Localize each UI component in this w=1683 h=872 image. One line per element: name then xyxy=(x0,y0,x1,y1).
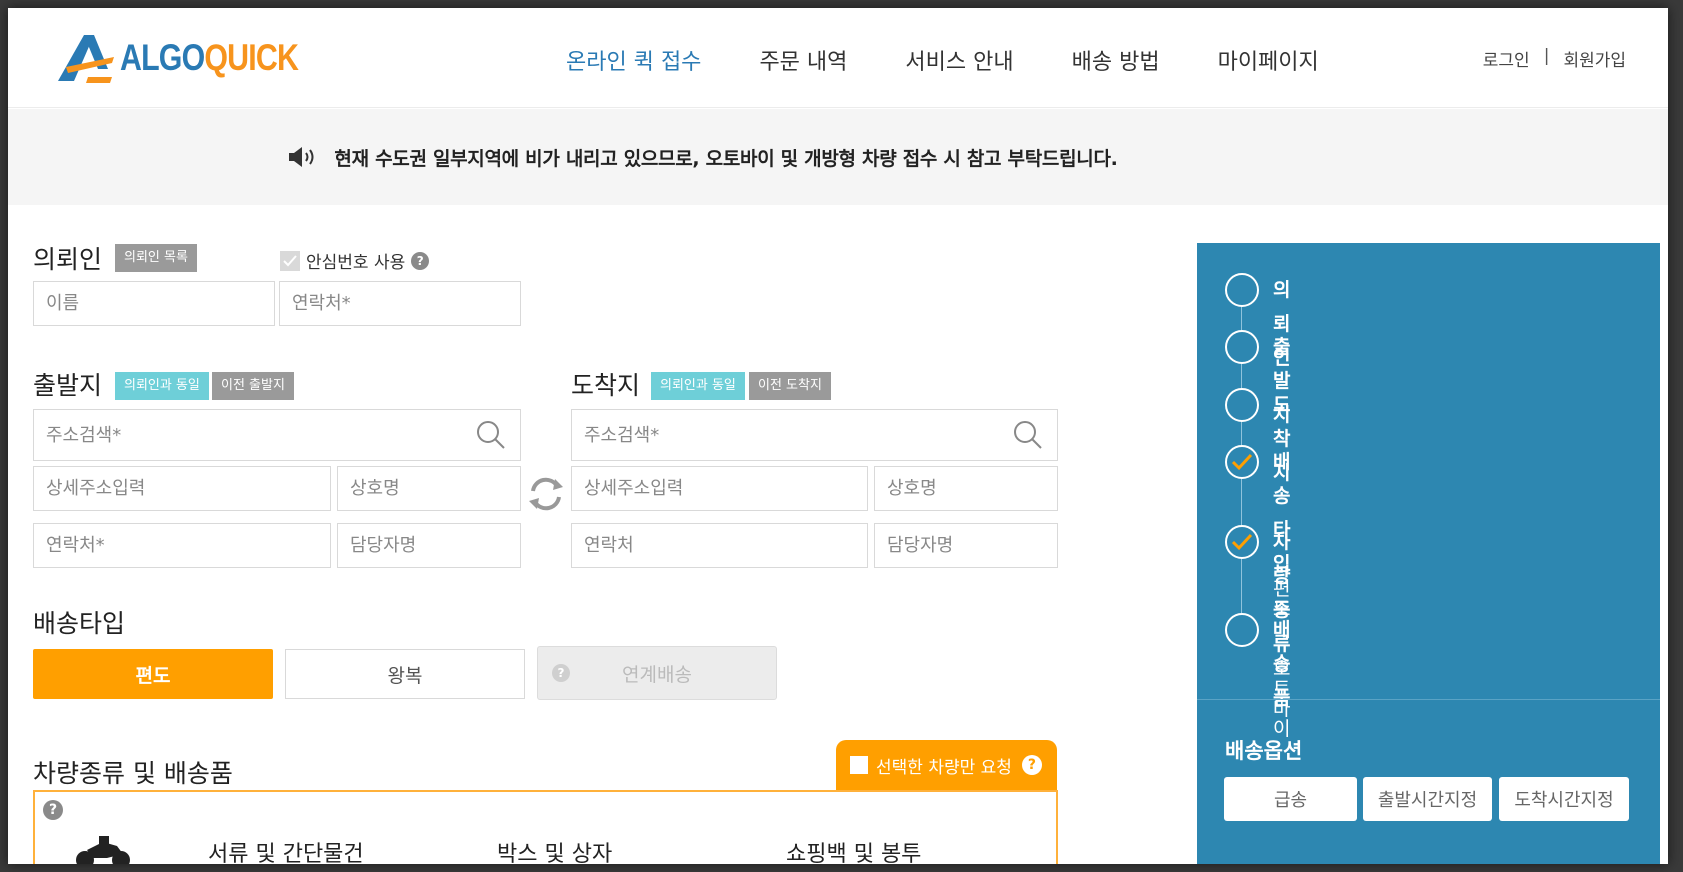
notice-inner: 현재 수도권 일부지역에 비가 내리고 있으므로, 오토바이 및 개방형 차량 … xyxy=(288,144,1118,171)
order-summary-sidebar: 의뢰인 출발지 도착지 배송타입 편도 차량종류 오토바이 배송품 배송옵션 급… xyxy=(1197,243,1660,864)
destination-previous-button[interactable]: 이전 도착지 xyxy=(749,372,831,400)
origin-company-field xyxy=(337,466,521,511)
destination-company-field xyxy=(874,466,1058,511)
selected-vehicle-only-help-icon[interactable]: ? xyxy=(1021,755,1042,775)
destination-manager-input[interactable] xyxy=(875,524,1057,567)
destination-detail-field xyxy=(571,466,868,511)
linked-delivery-label: 연계배송 xyxy=(622,663,692,686)
nav-mypage[interactable]: 마이페이지 xyxy=(1218,44,1319,76)
delivery-type-oneway-button[interactable]: 편도 xyxy=(33,649,273,699)
origin-detail-field xyxy=(33,466,331,511)
origin-previous-button[interactable]: 이전 출발지 xyxy=(212,372,294,400)
delivery-options-title: 배송옵션 xyxy=(1225,739,1303,763)
origin-same-as-client-button[interactable]: 의뢰인과 동일 xyxy=(115,372,209,400)
delivery-type-linked-button[interactable]: ? 연계배송 xyxy=(537,646,777,700)
origin-address-input[interactable] xyxy=(34,410,520,460)
destination-detail-input[interactable] xyxy=(572,467,867,510)
page-frame: ALGOQUICK 온라인 퀵 접수 주문 내역 서비스 안내 배송 방법 마이… xyxy=(8,8,1668,864)
origin-title: 출발지 xyxy=(33,371,103,400)
auth-separator: | xyxy=(1543,46,1550,66)
delivery-type-title: 배송타입 xyxy=(33,609,126,638)
vehicle-help-icon[interactable]: ? xyxy=(43,800,63,820)
client-title: 의뢰인 xyxy=(33,245,103,274)
origin-company-input[interactable] xyxy=(338,467,520,510)
option-express-button[interactable]: 급송 xyxy=(1224,777,1357,821)
origin-search-icon[interactable] xyxy=(476,420,506,450)
destination-same-as-client-button[interactable]: 의뢰인과 동일 xyxy=(651,372,745,400)
header: ALGOQUICK 온라인 퀵 접수 주문 내역 서비스 안내 배송 방법 마이… xyxy=(8,8,1668,108)
nav-delivery-method[interactable]: 배송 방법 xyxy=(1072,44,1160,76)
category-shopping-bags[interactable]: 쇼핑백 및 봉투 xyxy=(786,836,921,864)
logo[interactable]: ALGOQUICK xyxy=(54,30,337,86)
client-phone-field xyxy=(279,281,521,326)
nav-order-history[interactable]: 주문 내역 xyxy=(759,44,847,76)
nav-online-quick[interactable]: 온라인 퀵 접수 xyxy=(566,44,701,76)
logo-text: ALGOQUICK xyxy=(120,37,299,79)
category-boxes[interactable]: 박스 및 상자 xyxy=(497,836,612,864)
destination-phone-field xyxy=(571,523,868,568)
nav-service-guide[interactable]: 서비스 안내 xyxy=(905,44,1013,76)
step-check-icon xyxy=(1225,525,1259,559)
step-circle-icon xyxy=(1225,388,1259,422)
category-documents[interactable]: 서류 및 간단물건 xyxy=(208,836,364,864)
vehicle-panel: ? 서류 및 간단물건 박스 및 상자 쇼핑백 및 봉투 xyxy=(33,790,1058,864)
origin-phone-input[interactable] xyxy=(34,524,330,567)
selected-vehicle-only-toggle[interactable]: 선택한 차량만 요청 ? xyxy=(836,740,1057,790)
origin-address-field xyxy=(33,409,521,461)
notice-bar: 현재 수도권 일부지역에 비가 내리고 있으므로, 오토바이 및 개방형 차량 … xyxy=(8,109,1668,205)
destination-company-input[interactable] xyxy=(875,467,1057,510)
safe-number-help-icon[interactable]: ? xyxy=(411,251,430,270)
login-link[interactable]: 로그인 xyxy=(1483,46,1530,71)
sidebar-divider xyxy=(1197,699,1660,700)
step-circle-icon xyxy=(1225,273,1259,307)
destination-address-input[interactable] xyxy=(572,410,1057,460)
auth-links: 로그인 | 회원가입 xyxy=(1483,46,1626,71)
main-nav: 온라인 퀵 접수 주문 내역 서비스 안내 배송 방법 마이페이지 xyxy=(566,44,1377,76)
option-arrival-time-button[interactable]: 도착시간지정 xyxy=(1499,777,1629,821)
motorcycle-icon xyxy=(76,836,130,864)
swap-icon[interactable] xyxy=(527,475,565,513)
step-check-icon xyxy=(1225,445,1259,479)
safe-number-checkbox[interactable]: 안심번호 사용 ? xyxy=(280,248,430,273)
step-circle-icon xyxy=(1225,330,1259,364)
delivery-type-roundtrip-button[interactable]: 왕복 xyxy=(285,649,525,699)
client-list-button[interactable]: 의뢰인 목록 xyxy=(115,244,197,272)
logo-mark-icon xyxy=(58,35,114,83)
origin-detail-input[interactable] xyxy=(34,467,330,510)
origin-manager-field xyxy=(337,523,521,568)
origin-manager-input[interactable] xyxy=(338,524,520,567)
speaker-icon xyxy=(289,147,314,167)
destination-search-icon[interactable] xyxy=(1013,420,1043,450)
linked-delivery-help-icon[interactable]: ? xyxy=(552,664,570,682)
notice-text: 현재 수도권 일부지역에 비가 내리고 있으므로, 오토바이 및 개방형 차량 … xyxy=(334,147,1118,170)
option-departure-time-button[interactable]: 출발시간지정 xyxy=(1363,777,1492,821)
selected-vehicle-only-label: 선택한 차량만 요청 xyxy=(876,757,1012,778)
destination-title: 도착지 xyxy=(571,371,641,400)
destination-phone-input[interactable] xyxy=(572,524,867,567)
vehicle-title: 차량종류 및 배송품 xyxy=(33,759,233,788)
destination-manager-field xyxy=(874,523,1058,568)
logo-text-quick: QUICK xyxy=(204,37,299,78)
client-name-field xyxy=(33,281,275,326)
destination-address-field xyxy=(571,409,1058,461)
logo-text-algo: ALGO xyxy=(120,37,205,78)
selected-vehicle-only-checkbox[interactable] xyxy=(850,756,868,774)
client-phone-input[interactable] xyxy=(280,282,520,325)
safe-number-label: 안심번호 사용 xyxy=(306,253,406,273)
origin-phone-field xyxy=(33,523,331,568)
signup-link[interactable]: 회원가입 xyxy=(1563,46,1626,71)
safe-number-check-icon xyxy=(280,250,300,271)
step-circle-icon xyxy=(1225,613,1259,647)
client-name-input[interactable] xyxy=(34,282,274,325)
